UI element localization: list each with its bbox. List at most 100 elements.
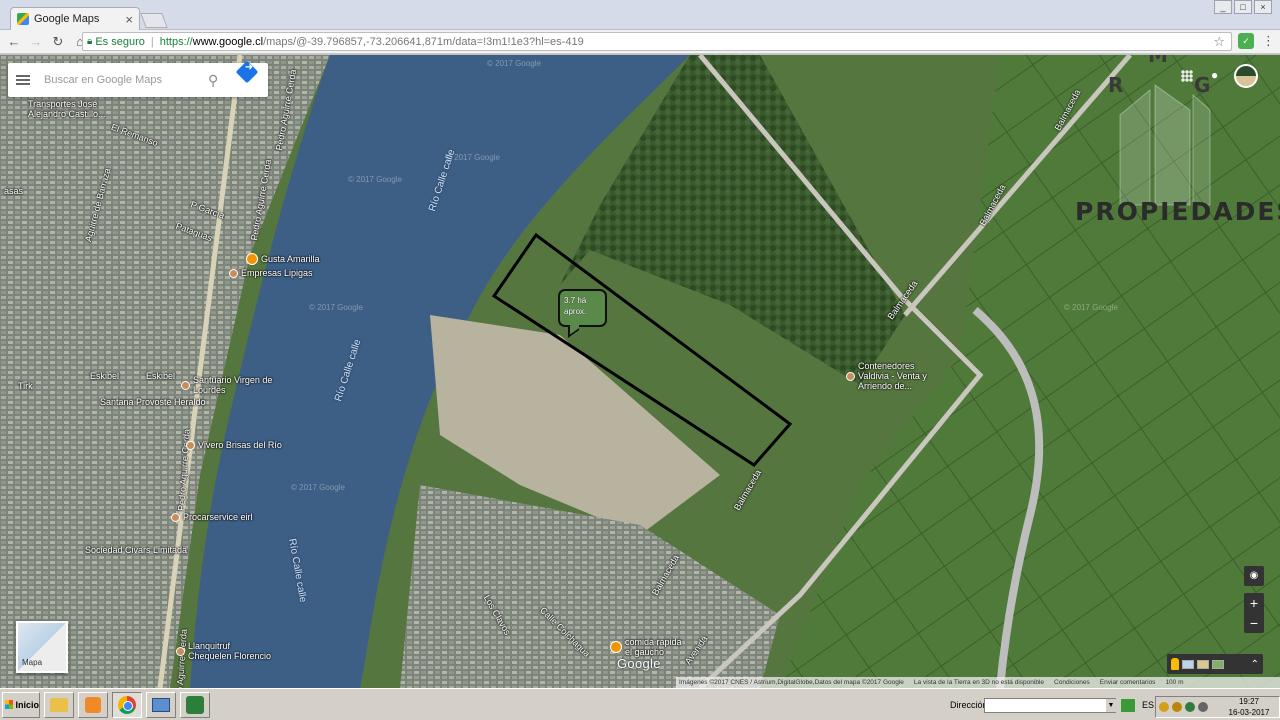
poi-vivero[interactable]: Vivero Brisas del Río: [186, 440, 282, 450]
street-label: Eskibel: [90, 371, 120, 381]
zoom-control: + −: [1244, 593, 1264, 633]
brand-name: PROPIEDADES: [1075, 197, 1280, 226]
window-icon: [152, 697, 170, 712]
poi-contenedores[interactable]: Contenedores Valdivia - Venta y Arriendo…: [846, 361, 946, 391]
pegman-icon[interactable]: [1171, 658, 1179, 670]
feedback-link[interactable]: Enviar comentarios: [1100, 679, 1156, 686]
place-pin-icon: [176, 646, 185, 656]
apps-grid-icon[interactable]: [1181, 70, 1193, 82]
google-logo: Google: [617, 656, 661, 671]
chevron-down-icon[interactable]: ▼: [1106, 699, 1116, 712]
taskbar-media[interactable]: [78, 691, 108, 718]
place-pin-icon: [181, 380, 190, 390]
poi-llanquitruf[interactable]: Llanquitruf Chequelen Florencio: [176, 641, 276, 661]
tray-icon[interactable]: [1159, 702, 1169, 712]
conditions-link[interactable]: Condiciones: [1054, 679, 1090, 686]
minimize-button[interactable]: _: [1214, 0, 1232, 14]
maximize-button[interactable]: □: [1234, 0, 1252, 14]
poi-label: Gusta Amarilla: [261, 254, 320, 264]
clock-date: 16-03-2017: [1228, 708, 1270, 717]
chrome-menu-icon[interactable]: ⋮: [1262, 33, 1275, 49]
maps-search-box: ⚲: [8, 63, 268, 97]
new-tab-button[interactable]: [140, 13, 168, 28]
scale-label: 100 m: [1165, 679, 1184, 686]
tray-icon[interactable]: [1185, 702, 1195, 712]
url-path: /maps/@-39.796857,-73.206641,871m/data=!…: [263, 35, 584, 48]
media-player-icon: [85, 696, 101, 713]
map-type-toggle[interactable]: Mapa: [16, 621, 68, 673]
poi-label: Transportes José Alejandro Castillo...: [28, 99, 106, 119]
map-watermark: © 2017 Google: [487, 59, 541, 68]
taskbar-clock[interactable]: 19:27 16-03-2017: [1220, 696, 1278, 718]
address-toolbar-input[interactable]: [984, 698, 1116, 713]
poi-label: Sociedad Civars Limitada: [85, 545, 188, 555]
poi-label: Vivero Brisas del Río: [198, 440, 282, 450]
poi-santuario[interactable]: Santuario Virgen de Lourdes: [181, 375, 291, 395]
poi-empresas-lipigas[interactable]: Empresas Lipigas: [229, 268, 313, 278]
place-pin-icon: [186, 440, 195, 450]
address-bar[interactable]: 🔒︎ Es seguro | https:// www.google.cl /m…: [82, 32, 1232, 51]
taskbar-chrome[interactable]: [112, 691, 142, 718]
tab-title: Google Maps: [34, 13, 100, 25]
place-pin-icon: [846, 371, 855, 381]
area-value: 3.7 há: [564, 296, 587, 305]
chevron-up-icon[interactable]: ⌃: [1251, 659, 1259, 670]
browser-toolbar: ← → ↻ ⌂ 🔒︎ Es seguro | https:// www.goog…: [0, 30, 1280, 54]
browser-titlebar: Google Maps × _ □ ×: [0, 0, 1280, 30]
zoom-out-button[interactable]: −: [1244, 613, 1264, 633]
notifications-icon[interactable]: ●: [1211, 68, 1218, 82]
poi-sociedad-civars[interactable]: Sociedad Civars Limitada: [85, 545, 187, 555]
search-icon[interactable]: ⚲: [208, 72, 218, 89]
forward-arrow-icon[interactable]: →: [28, 34, 44, 50]
brand-letter-m: M: [1148, 55, 1168, 67]
google-maps-favicon-icon: [17, 13, 29, 25]
taskbar-window[interactable]: [146, 691, 176, 718]
poi-gusta-amarilla[interactable]: Gusta Amarilla: [246, 253, 320, 265]
url-host: www.google.cl: [192, 35, 264, 48]
address-separator: |: [150, 35, 154, 48]
place-pin-icon: [229, 268, 238, 278]
brand-letter-g: G: [1194, 73, 1211, 97]
lock-icon: 🔒︎: [87, 36, 93, 47]
poi-label: Procarservice eirl: [183, 512, 253, 522]
close-window-button[interactable]: ×: [1254, 0, 1272, 14]
layer-thumb-icon[interactable]: [1212, 659, 1224, 669]
taskbar-app[interactable]: [180, 691, 210, 718]
area-note: aprox.: [564, 307, 587, 316]
poi-label: Contenedores Valdivia - Venta y Arriendo…: [858, 361, 927, 391]
reload-icon[interactable]: ↻: [50, 34, 66, 50]
search-input[interactable]: [44, 74, 194, 86]
layer-thumb-icon[interactable]: [1197, 659, 1209, 669]
hamburger-menu-icon[interactable]: [16, 75, 30, 85]
poi-procarservice[interactable]: Procarservice eirl: [171, 512, 253, 522]
street-label: Tirk: [18, 381, 33, 391]
earth-notice: La vista de la Tierra en 3D no está disp…: [913, 679, 1045, 686]
go-arrow-icon[interactable]: [1121, 699, 1135, 712]
taskbar-explorer[interactable]: [44, 691, 74, 718]
bookmark-star-icon[interactable]: ☆: [1213, 34, 1225, 50]
poi-comida-rapida[interactable]: comida rápida el gaucho: [610, 637, 690, 657]
place-pin-icon: [171, 512, 180, 522]
secure-label: Es seguro: [95, 35, 145, 48]
map-watermark: © 2017 Google: [1064, 303, 1118, 312]
tab-google-maps[interactable]: Google Maps ×: [10, 7, 140, 30]
back-arrow-icon[interactable]: ←: [6, 34, 22, 50]
tray-icon[interactable]: [1172, 702, 1182, 712]
start-button[interactable]: Inicio: [2, 691, 40, 718]
volume-icon[interactable]: [1198, 702, 1208, 712]
my-location-icon[interactable]: ◉: [1244, 566, 1264, 586]
map-watermark: © 2017 Google: [309, 303, 363, 312]
brand-letter-r: R: [1108, 73, 1124, 97]
satellite-map[interactable]: M R G PROPIEDADES ● ⚲ Río Calle calle Rí…: [0, 55, 1280, 688]
account-avatar[interactable]: [1234, 64, 1258, 88]
zoom-in-button[interactable]: +: [1244, 593, 1264, 613]
windows-logo-icon: [5, 700, 14, 709]
poi-transportes[interactable]: Transportes José Alejandro Castillo...: [28, 99, 108, 119]
layer-thumb-icon[interactable]: [1182, 659, 1194, 669]
tab-close-icon[interactable]: ×: [125, 12, 133, 27]
extension-icon[interactable]: ✓: [1238, 33, 1254, 49]
poi-santana[interactable]: Santana Provoste Heraldo: [100, 397, 206, 407]
language-indicator[interactable]: ES: [1142, 700, 1154, 710]
start-label: Inicio: [15, 699, 39, 710]
app-icon: [186, 695, 204, 714]
